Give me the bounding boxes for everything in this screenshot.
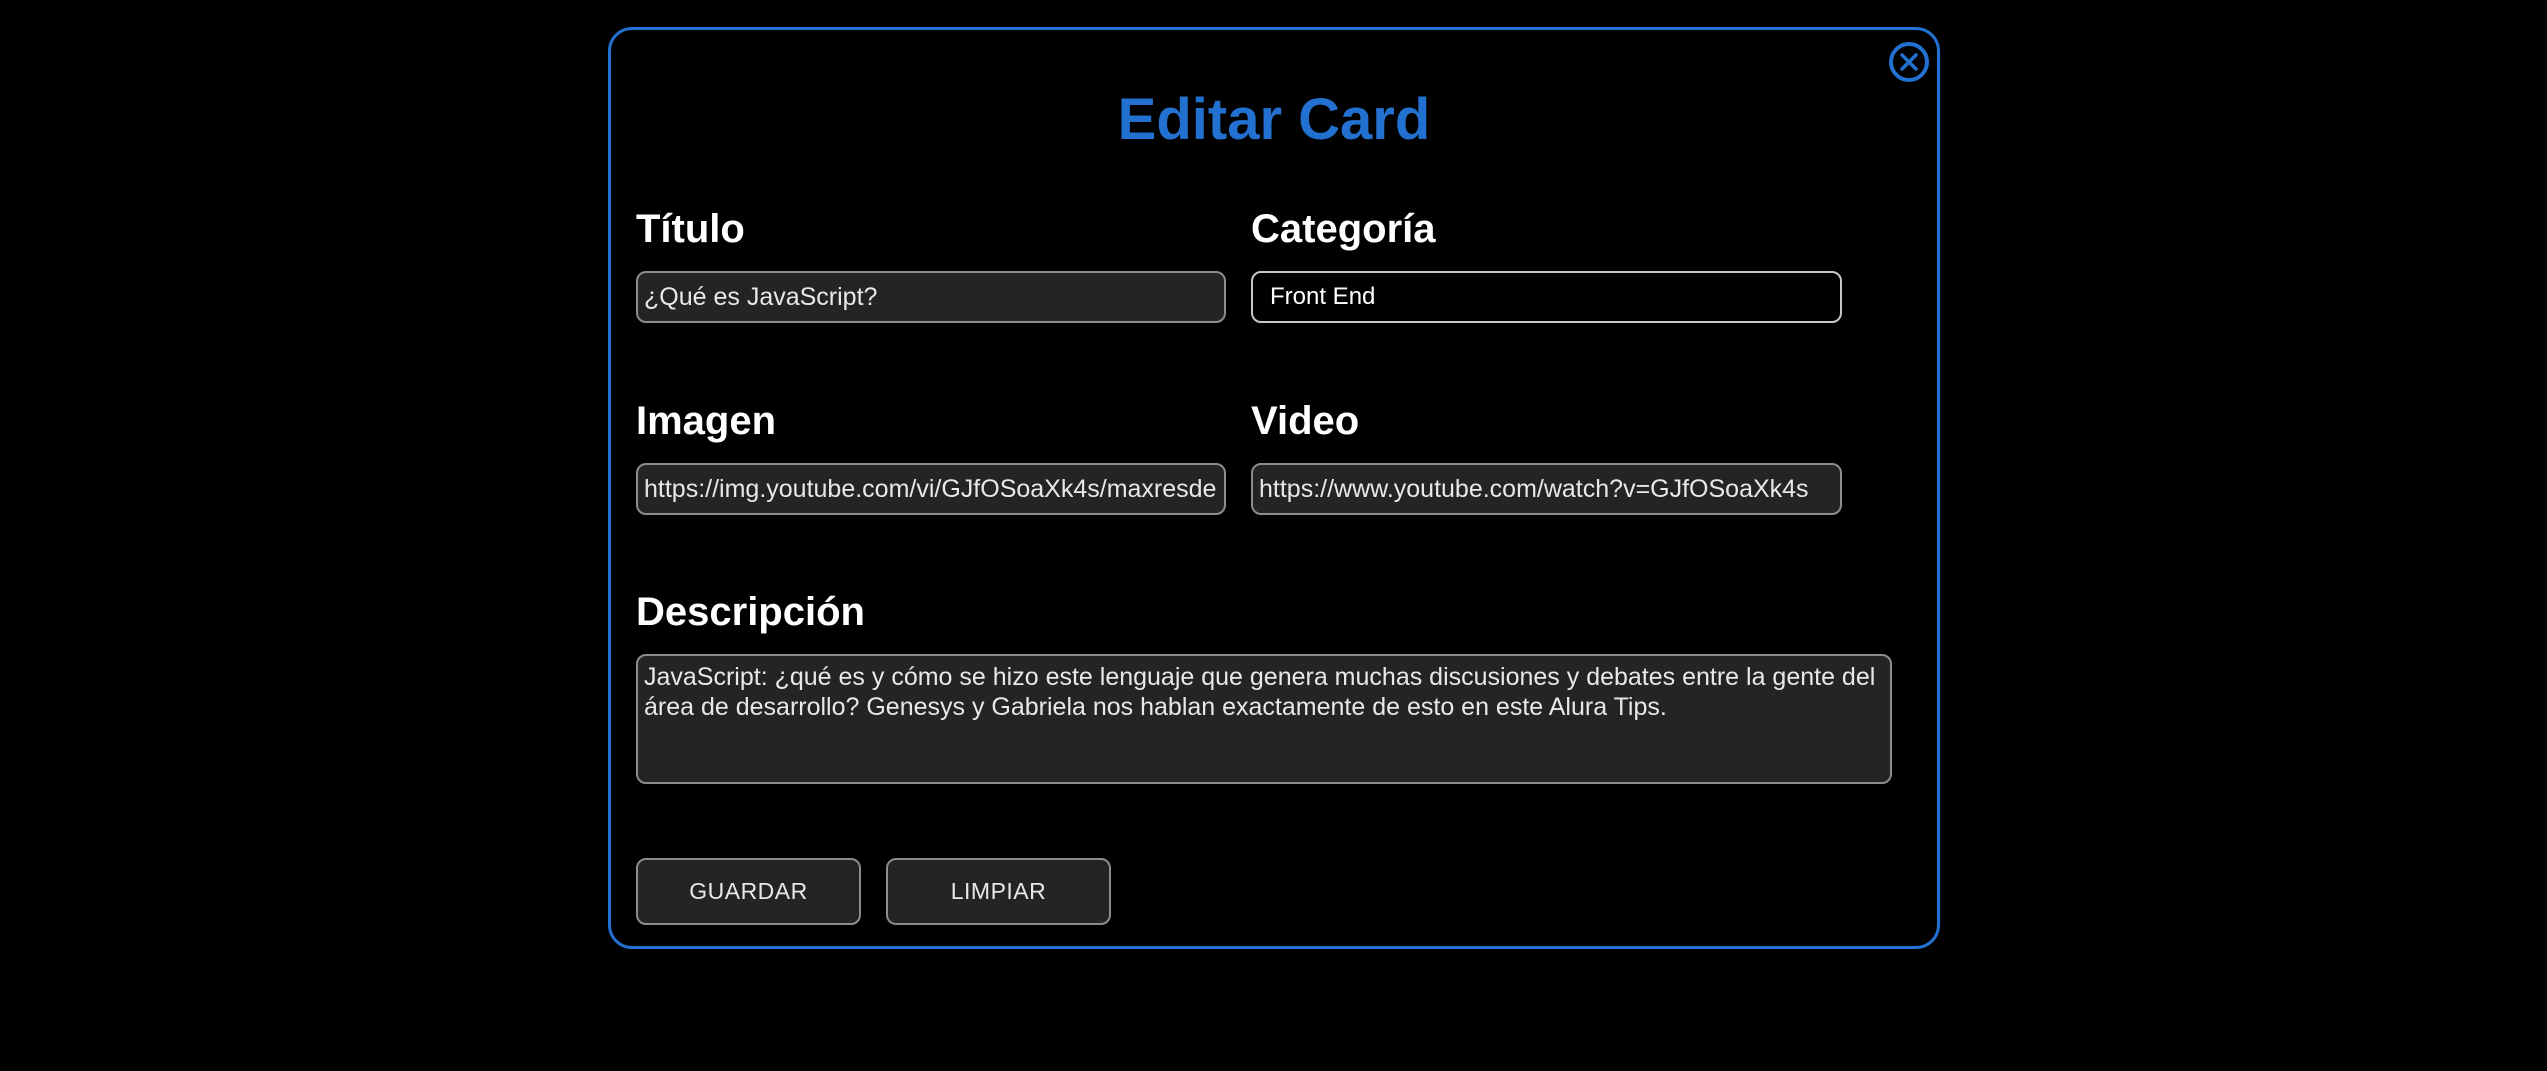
imagen-input[interactable] [636, 463, 1226, 515]
video-label: Video [1251, 399, 1360, 443]
modal-title: Editar Card [1117, 87, 1431, 152]
close-icon[interactable] [1893, 46, 1925, 78]
categoria-select[interactable] [1251, 271, 1842, 323]
titulo-label: Título [636, 207, 745, 251]
clear-button[interactable]: LIMPIAR [886, 858, 1111, 925]
descripcion-textarea[interactable]: JavaScript: ¿qué es y cómo se hizo este … [636, 654, 1892, 784]
categoria-label: Categoría [1251, 207, 1436, 251]
save-button[interactable]: GUARDAR [636, 858, 861, 925]
imagen-label: Imagen [636, 399, 777, 443]
descripcion-label: Descripción [636, 590, 865, 634]
close-button[interactable] [1889, 42, 1929, 82]
titulo-input[interactable] [636, 271, 1226, 323]
video-input[interactable] [1251, 463, 1842, 515]
edit-card-modal: Editar Card Título Categoría Imagen Vide… [608, 27, 1940, 949]
